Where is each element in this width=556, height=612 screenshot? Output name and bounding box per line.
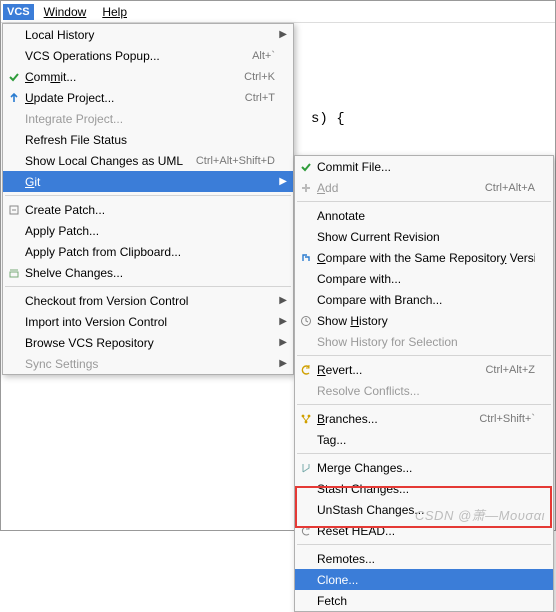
- vcs-menu: Local History▶ VCS Operations Popup...Al…: [2, 23, 294, 375]
- item-revert[interactable]: Revert...Ctrl+Alt+Z: [295, 359, 553, 380]
- git-submenu: Commit File... AddCtrl+Alt+A Annotate Sh…: [294, 155, 554, 612]
- item-apply-clipboard[interactable]: Apply Patch from Clipboard...: [3, 241, 293, 262]
- menu-separator: [297, 201, 551, 202]
- item-remotes[interactable]: Remotes...: [295, 548, 553, 569]
- item-checkout-vcs[interactable]: Checkout from Version Control▶: [3, 290, 293, 311]
- item-create-patch[interactable]: Create Patch...: [3, 199, 293, 220]
- item-show-current-rev[interactable]: Show Current Revision: [295, 226, 553, 247]
- item-annotate[interactable]: Annotate: [295, 205, 553, 226]
- menu-separator: [297, 544, 551, 545]
- item-local-history[interactable]: Local History▶: [3, 24, 293, 45]
- item-browse-repo[interactable]: Browse VCS Repository▶: [3, 332, 293, 353]
- item-resolve-conflicts: Resolve Conflicts...: [295, 380, 553, 401]
- item-apply-patch[interactable]: Apply Patch...: [3, 220, 293, 241]
- item-compare-with[interactable]: Compare with...: [295, 268, 553, 289]
- branch-icon: [299, 412, 313, 426]
- item-shelve[interactable]: Shelve Changes...: [3, 262, 293, 283]
- item-commit-file[interactable]: Commit File...: [295, 156, 553, 177]
- vcs-badge: VCS: [3, 4, 34, 20]
- checkmark-icon: [299, 160, 313, 174]
- compare-icon: [299, 251, 313, 265]
- menu-separator: [297, 355, 551, 356]
- item-commit[interactable]: Commit...Ctrl+K: [3, 66, 293, 87]
- item-stash[interactable]: Stash Changes...: [295, 478, 553, 499]
- menu-separator: [297, 404, 551, 405]
- submenu-arrow-icon: ▶: [279, 29, 287, 40]
- checkmark-icon: [7, 70, 21, 84]
- clock-icon: [299, 314, 313, 328]
- menubar: VCS Window Help: [1, 1, 555, 23]
- menu-separator: [5, 195, 291, 196]
- submenu-arrow-icon: ▶: [279, 176, 287, 187]
- menu-separator: [297, 453, 551, 454]
- watermark: CSDN @萧—Μουσαι: [415, 505, 545, 524]
- item-merge[interactable]: Merge Changes...: [295, 457, 553, 478]
- item-show-history-selection: Show History for Selection: [295, 331, 553, 352]
- item-show-uml[interactable]: Show Local Changes as UMLCtrl+Alt+Shift+…: [3, 150, 293, 171]
- menu-window[interactable]: Window: [36, 2, 95, 22]
- merge-icon: [299, 461, 313, 475]
- menu-separator: [5, 286, 291, 287]
- item-git[interactable]: Git▶: [3, 171, 293, 192]
- item-branches[interactable]: Branches...Ctrl+Shift+`: [295, 408, 553, 429]
- item-refresh[interactable]: Refresh File Status: [3, 129, 293, 150]
- item-compare-branch[interactable]: Compare with Branch...: [295, 289, 553, 310]
- item-import-vcs[interactable]: Import into Version Control▶: [3, 311, 293, 332]
- revert-icon: [299, 363, 313, 377]
- item-clone[interactable]: Clone...: [295, 569, 553, 590]
- plus-icon: [299, 181, 313, 195]
- item-integrate: Integrate Project...: [3, 108, 293, 129]
- update-arrow-icon: [7, 91, 21, 105]
- item-show-history[interactable]: Show History: [295, 310, 553, 331]
- item-sync-settings: Sync Settings▶: [3, 353, 293, 374]
- submenu-arrow-icon: ▶: [279, 316, 287, 327]
- submenu-arrow-icon: ▶: [279, 358, 287, 369]
- submenu-arrow-icon: ▶: [279, 337, 287, 348]
- item-add: AddCtrl+Alt+A: [295, 177, 553, 198]
- item-compare-repo[interactable]: Compare with the Same Repository Version: [295, 247, 553, 268]
- item-tag[interactable]: Tag...: [295, 429, 553, 450]
- menu-help[interactable]: Help: [94, 2, 135, 22]
- editor-code-fragment: s) {: [311, 111, 345, 127]
- patch-icon: [7, 203, 21, 217]
- shelve-icon: [7, 266, 21, 280]
- submenu-arrow-icon: ▶: [279, 295, 287, 306]
- item-fetch[interactable]: Fetch: [295, 590, 553, 611]
- item-update-project[interactable]: Update Project...Ctrl+T: [3, 87, 293, 108]
- item-vcs-operations-popup[interactable]: VCS Operations Popup...Alt+`: [3, 45, 293, 66]
